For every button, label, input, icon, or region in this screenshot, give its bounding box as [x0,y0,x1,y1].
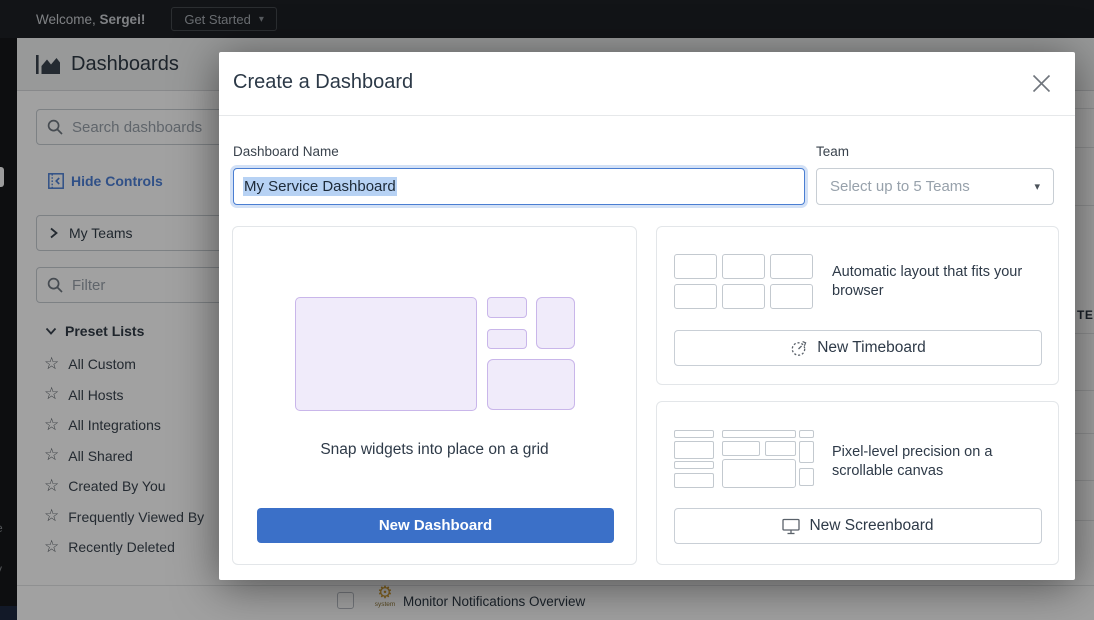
timeboard-card: Automatic layout that fits your browser … [656,226,1059,385]
timeboard-card-caption: Automatic layout that fits your browser [832,263,1057,301]
screenboard-card-caption: Pixel-level precision on a scrollable ca… [832,443,1037,481]
stopwatch-icon [790,339,808,357]
timeboard-layout-illustration [674,254,814,309]
new-screenboard-button[interactable]: New Screenboard [674,508,1042,544]
monitor-icon [782,518,800,535]
new-timeboard-button[interactable]: New Timeboard [674,330,1042,366]
dashboard-name-input[interactable]: My Service Dashboard [233,168,805,205]
create-dashboard-modal: Create a Dashboard Dashboard Name My Ser… [219,52,1075,580]
screenboard-card: Pixel-level precision on a scrollable ca… [656,401,1059,565]
modal-header: Create a Dashboard [219,52,1075,116]
grid-card-caption: Snap widgets into place on a grid [233,441,636,459]
grid-layout-illustration [295,297,576,411]
team-label: Team [816,144,849,159]
modal-title: Create a Dashboard [233,71,413,94]
close-icon[interactable] [1032,74,1051,93]
team-select[interactable]: Select up to 5 Teams ▾ [816,168,1054,205]
screenboard-layout-illustration [674,430,814,489]
chevron-down-icon: ▾ [1034,180,1040,193]
dashboard-name-label: Dashboard Name [233,144,339,159]
new-dashboard-button[interactable]: New Dashboard [257,508,614,543]
dashboard-name-value: My Service Dashboard [243,177,397,196]
grid-dashboard-card: Snap widgets into place on a grid New Da… [232,226,637,565]
app-root: Welcome, Sergei! Get Started ▾ e y Dashb… [0,0,1094,620]
team-select-placeholder: Select up to 5 Teams [830,178,970,195]
